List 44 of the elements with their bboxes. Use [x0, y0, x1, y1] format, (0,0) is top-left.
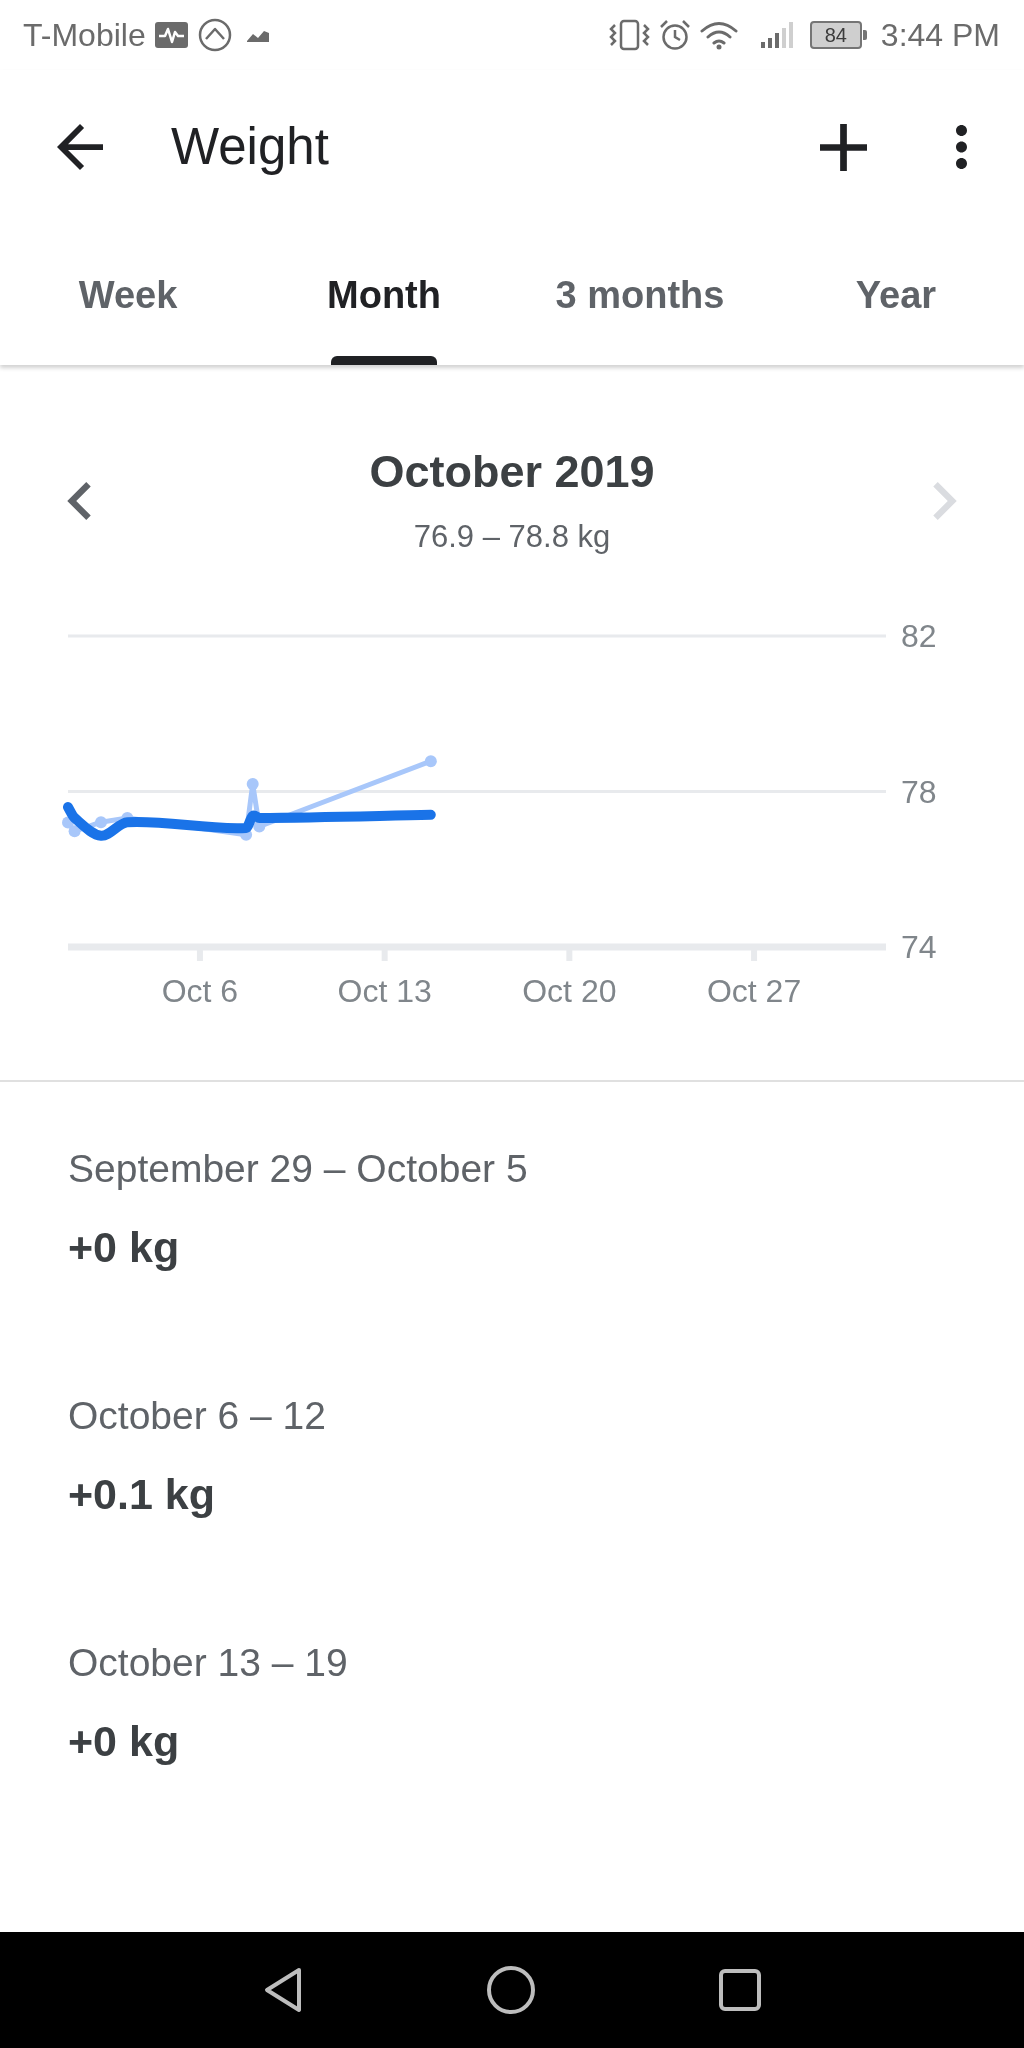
screen-title: Weight — [171, 117, 330, 177]
chevron-left-icon[interactable] — [67, 481, 91, 520]
x-axis-label: Oct 6 — [161, 973, 239, 1009]
week-range: September 29 – October 5 — [68, 1146, 528, 1192]
data-point — [240, 828, 253, 841]
x-axis-label: Oct 13 — [337, 973, 432, 1009]
period-tab[interactable]: Week — [0, 224, 256, 365]
wifi-icon — [699, 20, 738, 50]
data-point — [95, 816, 107, 829]
data-point — [253, 820, 266, 833]
recents-icon[interactable] — [719, 1969, 761, 2011]
vibrate-icon — [608, 19, 650, 51]
more-icon[interactable] — [956, 125, 967, 169]
weight-change: +0 kg — [68, 1222, 180, 1273]
alarm-icon — [658, 19, 691, 51]
back-icon[interactable] — [263, 1966, 303, 2014]
weight-range: 76.9 – 78.8 kg — [413, 518, 611, 556]
data-point — [424, 755, 437, 768]
activity-icon — [154, 22, 188, 48]
y-axis-label: 82 — [901, 618, 937, 654]
week-range: October 6 – 12 — [68, 1393, 326, 1439]
weight-change: +0.1 kg — [68, 1469, 215, 1520]
back-arrow-icon[interactable] — [57, 124, 103, 170]
period-tab[interactable]: Month — [256, 224, 512, 365]
data-point — [246, 778, 259, 791]
data-point — [62, 816, 74, 829]
clock-time: 3:44 PM — [880, 16, 1000, 55]
plus-icon[interactable] — [820, 123, 867, 171]
weight-change: +0 kg — [68, 1716, 180, 1767]
battery-indicator: 84 — [809, 21, 868, 49]
chart-icon — [246, 28, 269, 42]
y-axis-label: 74 — [901, 929, 937, 965]
data-point — [68, 825, 81, 838]
home-icon[interactable] — [487, 1966, 535, 2014]
y-axis-label: 78 — [901, 773, 937, 810]
signal-icon — [760, 22, 795, 48]
chevron-circle-icon — [197, 18, 232, 52]
carrier-name: T-Mobile — [23, 16, 146, 55]
period-tab[interactable]: Year — [768, 224, 1024, 365]
period-tab[interactable]: 3 months — [512, 224, 768, 365]
week-range: October 13 – 19 — [68, 1640, 348, 1686]
x-axis-label: Oct 27 — [706, 973, 802, 1009]
x-axis-label: Oct 20 — [522, 973, 617, 1009]
period-title: October 2019 — [369, 445, 655, 499]
